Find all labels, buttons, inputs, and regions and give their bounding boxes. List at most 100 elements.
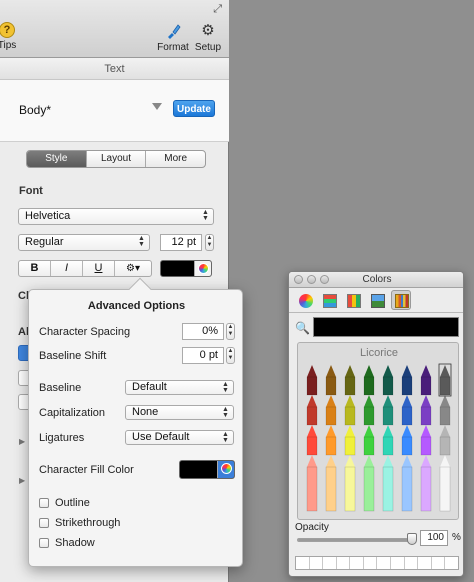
font-family-select[interactable]: Helvetica ▲ ▼ xyxy=(18,208,214,225)
strikethrough-checkbox[interactable]: Strikethrough xyxy=(39,517,120,529)
font-size-stepper[interactable]: ▲ ▼ xyxy=(205,234,214,251)
swatch-slot[interactable] xyxy=(337,557,351,569)
color-sliders-tab[interactable] xyxy=(319,290,339,310)
fill-color-well[interactable] xyxy=(179,460,235,479)
crayon-body xyxy=(363,436,375,456)
setup-button[interactable]: ⚙ Setup xyxy=(193,22,223,53)
disclosure-triangle-icon[interactable]: ▶ xyxy=(19,437,25,446)
crayon-body xyxy=(382,466,394,512)
opacity-slider[interactable] xyxy=(297,533,417,545)
advanced-options-button[interactable]: ⚙▾ xyxy=(115,261,151,276)
crayon[interactable] xyxy=(420,425,432,456)
swatch-slot[interactable] xyxy=(418,557,432,569)
crayon[interactable] xyxy=(344,365,356,396)
baseline-select[interactable]: Default ▲ ▼ xyxy=(125,380,234,395)
swatch-slot[interactable] xyxy=(377,557,392,569)
baseline-shift-field[interactable]: 0 pt xyxy=(182,347,224,364)
crayon[interactable] xyxy=(401,425,413,456)
crayon[interactable] xyxy=(382,455,394,512)
disclosure-triangle-icon[interactable]: ▶ xyxy=(19,476,25,485)
font-weight-select[interactable]: Regular ▲ ▼ xyxy=(18,234,150,251)
crayon[interactable] xyxy=(363,395,375,426)
crayon-tip xyxy=(326,425,336,437)
shadow-checkbox[interactable]: Shadow xyxy=(39,537,95,549)
crayon[interactable] xyxy=(401,395,413,426)
tab-layout[interactable]: Layout xyxy=(87,151,147,167)
crayon[interactable] xyxy=(344,395,356,426)
checkbox-box[interactable] xyxy=(39,498,49,508)
ligatures-select[interactable]: Use Default ▲ ▼ xyxy=(125,430,234,445)
crayon[interactable] xyxy=(439,365,451,396)
swatch-slot[interactable] xyxy=(323,557,337,569)
updown-arrows-icon: ▲ ▼ xyxy=(222,381,229,394)
color-wheel-button[interactable] xyxy=(194,261,211,276)
opacity-slider-thumb[interactable] xyxy=(407,533,417,545)
crayon[interactable] xyxy=(306,425,318,456)
crayon[interactable] xyxy=(306,395,318,426)
capitalization-select[interactable]: None ▲ ▼ xyxy=(125,405,234,420)
crayon[interactable] xyxy=(325,455,337,512)
color-wheel-tab[interactable] xyxy=(295,290,315,310)
capitalization-label: Capitalization xyxy=(39,407,106,419)
text-color-well[interactable] xyxy=(160,260,212,277)
current-color-well[interactable] xyxy=(313,317,459,337)
paragraph-style-name[interactable]: Body* xyxy=(19,103,51,117)
crayon[interactable] xyxy=(306,365,318,396)
magnifier-icon[interactable]: 🔍 xyxy=(295,321,310,335)
crayon[interactable] xyxy=(325,365,337,396)
crayon[interactable] xyxy=(344,425,356,456)
color-wheel-button[interactable] xyxy=(217,461,234,478)
image-palettes-tab[interactable] xyxy=(367,290,387,310)
color-wheel-icon xyxy=(299,294,313,308)
crayon[interactable] xyxy=(382,425,394,456)
crayon-body xyxy=(306,436,318,456)
crayon[interactable] xyxy=(420,395,432,426)
swatch-slot[interactable] xyxy=(405,557,419,569)
crayon[interactable] xyxy=(420,455,432,512)
swatch-slot[interactable] xyxy=(364,557,378,569)
crayon[interactable] xyxy=(382,365,394,396)
swatch-slot[interactable] xyxy=(391,557,405,569)
checkbox-box[interactable] xyxy=(39,538,49,548)
crayons-tab[interactable] xyxy=(391,290,411,310)
crayon[interactable] xyxy=(439,455,451,512)
crayon[interactable] xyxy=(363,455,375,512)
crayon[interactable] xyxy=(382,395,394,426)
crayon[interactable] xyxy=(363,365,375,396)
crayon-body xyxy=(382,436,394,456)
expand-window-icon[interactable]: ⤢ xyxy=(213,3,222,16)
font-size-field[interactable]: 12 pt xyxy=(160,234,202,251)
crayon[interactable] xyxy=(401,365,413,396)
crayon-name: Licorice xyxy=(360,347,398,359)
tab-style[interactable]: Style xyxy=(27,151,87,167)
swatch-slot[interactable] xyxy=(350,557,364,569)
crayon[interactable] xyxy=(344,455,356,512)
swatch-slot[interactable] xyxy=(432,557,446,569)
swatch-slot[interactable] xyxy=(296,557,310,569)
format-button[interactable]: Format xyxy=(157,22,189,53)
baseline-shift-stepper[interactable]: ▲ ▼ xyxy=(226,347,235,364)
opacity-field[interactable]: 100 xyxy=(420,530,448,546)
underline-button[interactable]: U xyxy=(83,261,115,276)
color-palettes-tab[interactable] xyxy=(343,290,363,310)
character-spacing-field[interactable]: 0% xyxy=(182,323,224,340)
crayon[interactable] xyxy=(363,425,375,456)
outline-checkbox[interactable]: Outline xyxy=(39,497,90,509)
bold-button[interactable]: B xyxy=(19,261,51,276)
swatch-slot[interactable] xyxy=(445,557,458,569)
italic-button[interactable]: I xyxy=(51,261,83,276)
crayon[interactable] xyxy=(420,365,432,396)
update-button[interactable]: Update xyxy=(173,100,215,117)
tips-button[interactable]: ? Tips xyxy=(0,22,20,51)
character-spacing-stepper[interactable]: ▲ ▼ xyxy=(226,323,235,340)
crayon[interactable] xyxy=(325,395,337,426)
paragraph-style-dropdown-icon[interactable] xyxy=(152,103,162,110)
swatch-slot[interactable] xyxy=(310,557,324,569)
crayon[interactable] xyxy=(439,425,451,456)
checkbox-box[interactable] xyxy=(39,518,49,528)
crayon[interactable] xyxy=(401,455,413,512)
tab-more[interactable]: More xyxy=(146,151,205,167)
crayon[interactable] xyxy=(306,455,318,512)
crayon[interactable] xyxy=(325,425,337,456)
crayon[interactable] xyxy=(439,395,451,426)
